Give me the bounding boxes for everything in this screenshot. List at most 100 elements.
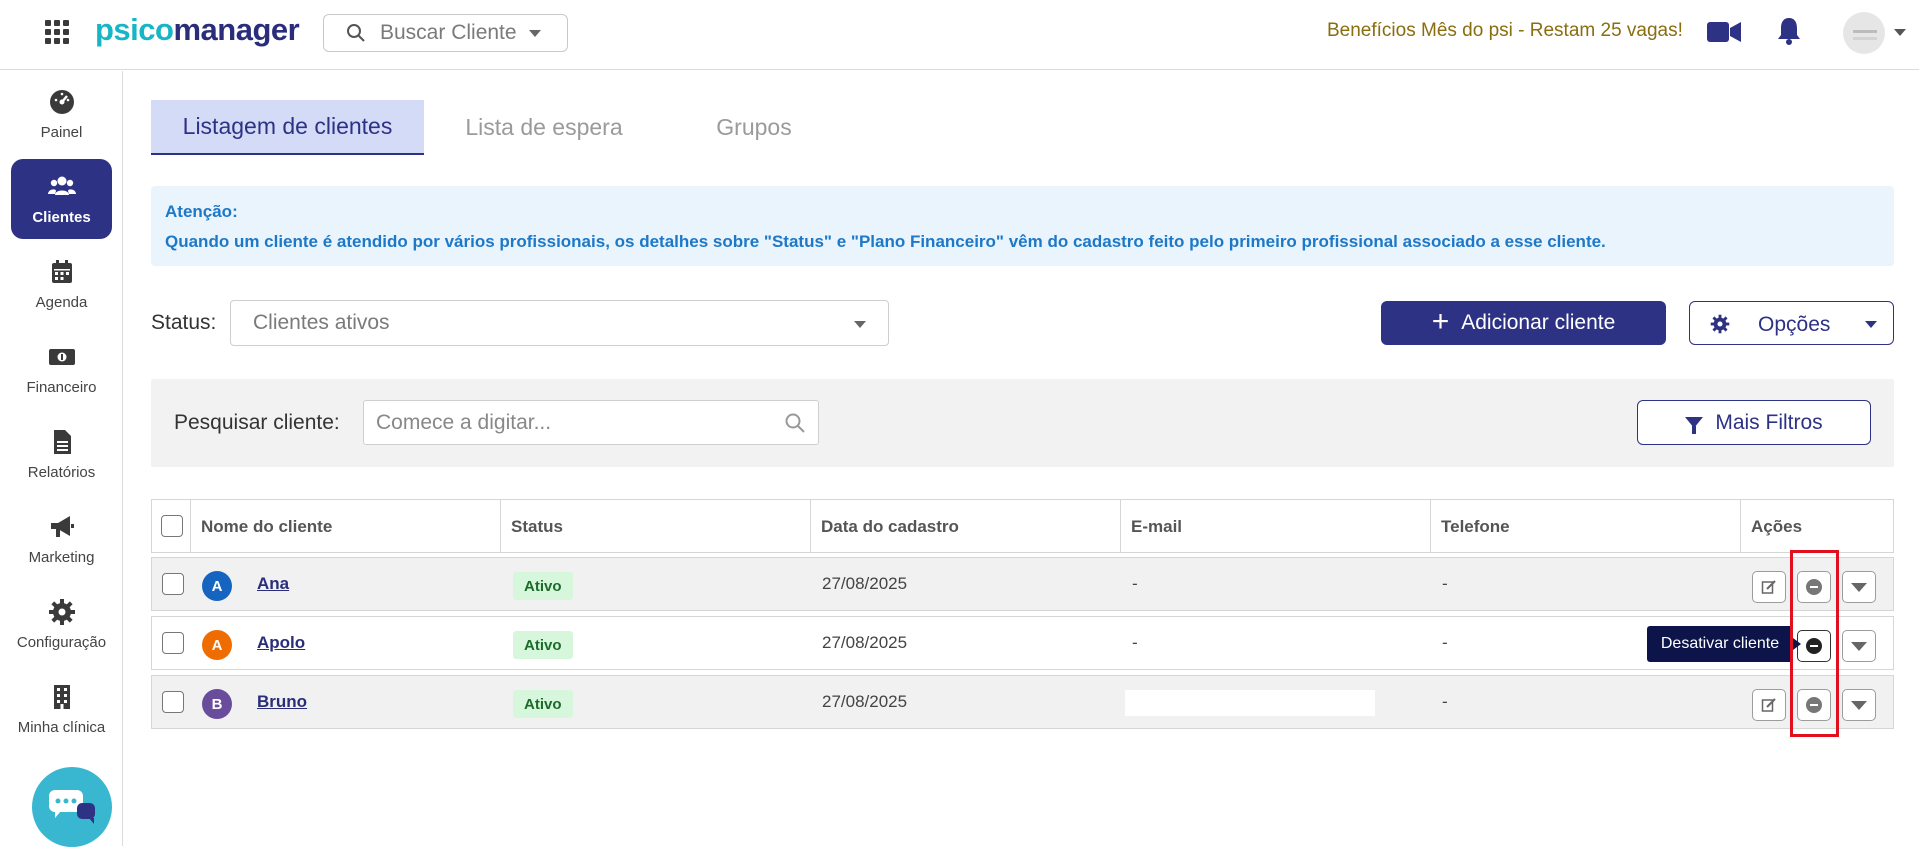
column-header-name[interactable]: Nome do cliente	[190, 500, 500, 553]
column-header-date[interactable]: Data do cadastro	[810, 500, 1120, 553]
client-name-link[interactable]: Bruno	[257, 692, 307, 712]
app-logo[interactable]: psicomanager	[95, 12, 300, 48]
client-phone: -	[1442, 633, 1448, 652]
document-icon	[53, 429, 71, 454]
video-camera-icon[interactable]	[1707, 20, 1741, 44]
alert-message: Quando um cliente é atendido por vários …	[165, 232, 1606, 251]
sidebar-item-marketing[interactable]: Marketing	[11, 499, 112, 579]
status-label: Status:	[151, 311, 217, 334]
column-header-phone[interactable]: Telefone	[1430, 500, 1740, 553]
row-actions-dropdown[interactable]	[1842, 689, 1876, 721]
table-header: Nome do cliente Status Data do cadastro …	[151, 499, 1894, 553]
building-icon	[53, 684, 70, 709]
client-email: -	[1132, 633, 1138, 652]
minus-circle-icon	[1806, 697, 1822, 713]
plus-icon: +	[1431, 304, 1450, 338]
client-search-dropdown[interactable]: Buscar Cliente	[323, 14, 568, 52]
chevron-down-icon	[1851, 582, 1867, 592]
row-checkbox[interactable]	[162, 691, 184, 713]
search-panel: Pesquisar cliente: Comece a digitar... M…	[151, 379, 1894, 467]
select-all-checkbox[interactable]	[161, 515, 183, 537]
client-search-placeholder: Buscar Cliente	[380, 21, 517, 44]
options-button[interactable]: Opções	[1689, 301, 1894, 345]
status-select-value: Clientes ativos	[253, 311, 390, 334]
minus-circle-icon	[1806, 638, 1822, 654]
search-client-placeholder: Comece a digitar...	[376, 410, 552, 434]
options-label: Opções	[1758, 313, 1831, 336]
client-phone: -	[1442, 692, 1448, 711]
registration-date: 27/08/2025	[822, 692, 908, 711]
client-email-redacted	[1125, 690, 1375, 716]
client-phone: -	[1442, 574, 1448, 593]
promo-banner-link[interactable]: Benefícios Mês do psi - Restam 25 vagas!	[1327, 20, 1683, 42]
client-email: -	[1132, 574, 1138, 593]
client-avatar: B	[202, 689, 232, 719]
sidebar-item-clientes[interactable]: Clientes	[11, 159, 112, 239]
table-row: A Apolo Ativo 27/08/2025 - -	[151, 616, 1894, 670]
gear-icon	[1710, 314, 1730, 334]
apps-grid-icon[interactable]	[45, 20, 69, 44]
edit-icon	[1761, 698, 1776, 712]
sidebar-item-relatorios[interactable]: Relatórios	[11, 414, 112, 494]
deactivate-client-button[interactable]	[1797, 689, 1831, 721]
calendar-icon	[51, 259, 72, 283]
sidebar: Painel Clientes Agenda Financeiro Relató…	[0, 71, 123, 847]
client-name-link[interactable]: Apolo	[257, 633, 305, 653]
chevron-down-icon	[854, 321, 866, 328]
status-badge: Ativo	[513, 572, 573, 600]
table-row: B Bruno Ativo 27/08/2025 -	[151, 675, 1894, 729]
client-avatar: A	[202, 571, 232, 601]
row-actions-dropdown[interactable]	[1842, 630, 1876, 662]
more-filters-label: Mais Filtros	[1715, 410, 1823, 434]
client-name-link[interactable]: Ana	[257, 574, 289, 594]
search-client-label: Pesquisar cliente:	[174, 411, 340, 434]
alert-title: Atenção:	[165, 202, 238, 221]
chat-icon	[49, 790, 95, 824]
status-select[interactable]: Clientes ativos	[230, 300, 889, 346]
bell-icon[interactable]	[1776, 16, 1802, 46]
tab-bar: Listagem de clientes Lista de espera Gru…	[151, 100, 844, 156]
column-header-email[interactable]: E-mail	[1120, 500, 1430, 553]
megaphone-icon	[50, 515, 74, 537]
status-badge: Ativo	[513, 690, 573, 718]
dashboard-icon	[49, 89, 74, 114]
user-avatar[interactable]	[1843, 12, 1885, 54]
sidebar-item-minha-clinica[interactable]: Minha clínica	[11, 669, 112, 749]
chevron-down-icon	[1851, 700, 1867, 710]
sidebar-item-financeiro[interactable]: Financeiro	[11, 329, 112, 409]
tab-grupos[interactable]: Grupos	[664, 100, 844, 155]
search-client-input[interactable]: Comece a digitar...	[363, 400, 819, 445]
deactivate-client-button[interactable]	[1797, 630, 1831, 662]
search-icon	[347, 24, 365, 42]
row-checkbox[interactable]	[162, 573, 184, 595]
chevron-down-icon	[528, 29, 541, 37]
sidebar-item-painel[interactable]: Painel	[11, 74, 112, 154]
table-row: A Ana Ativo 27/08/2025 - -	[151, 557, 1894, 611]
chevron-down-icon	[1865, 321, 1877, 328]
row-actions-dropdown[interactable]	[1842, 571, 1876, 603]
row-checkbox[interactable]	[162, 632, 184, 654]
registration-date: 27/08/2025	[822, 633, 908, 652]
search-icon	[785, 413, 805, 433]
add-client-label: Adicionar cliente	[1461, 311, 1616, 334]
gear-icon	[48, 598, 75, 625]
column-header-status[interactable]: Status	[500, 500, 810, 553]
registration-date: 27/08/2025	[822, 574, 908, 593]
status-badge: Ativo	[513, 631, 573, 659]
chat-support-button[interactable]	[32, 767, 112, 847]
tab-lista-espera[interactable]: Lista de espera	[424, 100, 664, 155]
money-icon	[48, 348, 75, 365]
edit-client-button[interactable]	[1752, 571, 1786, 603]
sidebar-item-agenda[interactable]: Agenda	[11, 244, 112, 324]
tab-listagem-clientes[interactable]: Listagem de clientes	[151, 100, 424, 155]
edit-client-button[interactable]	[1752, 689, 1786, 721]
client-avatar: A	[202, 630, 232, 660]
add-client-button[interactable]: + Adicionar cliente	[1381, 301, 1666, 345]
filter-icon	[1685, 417, 1704, 434]
chevron-down-icon[interactable]	[1894, 29, 1906, 36]
deactivate-client-tooltip: Desativar cliente	[1647, 626, 1801, 662]
deactivate-client-button[interactable]	[1797, 571, 1831, 603]
more-filters-button[interactable]: Mais Filtros	[1637, 400, 1871, 445]
sidebar-item-configuracao[interactable]: Configuração	[11, 584, 112, 664]
column-header-actions: Ações	[1740, 500, 1893, 553]
